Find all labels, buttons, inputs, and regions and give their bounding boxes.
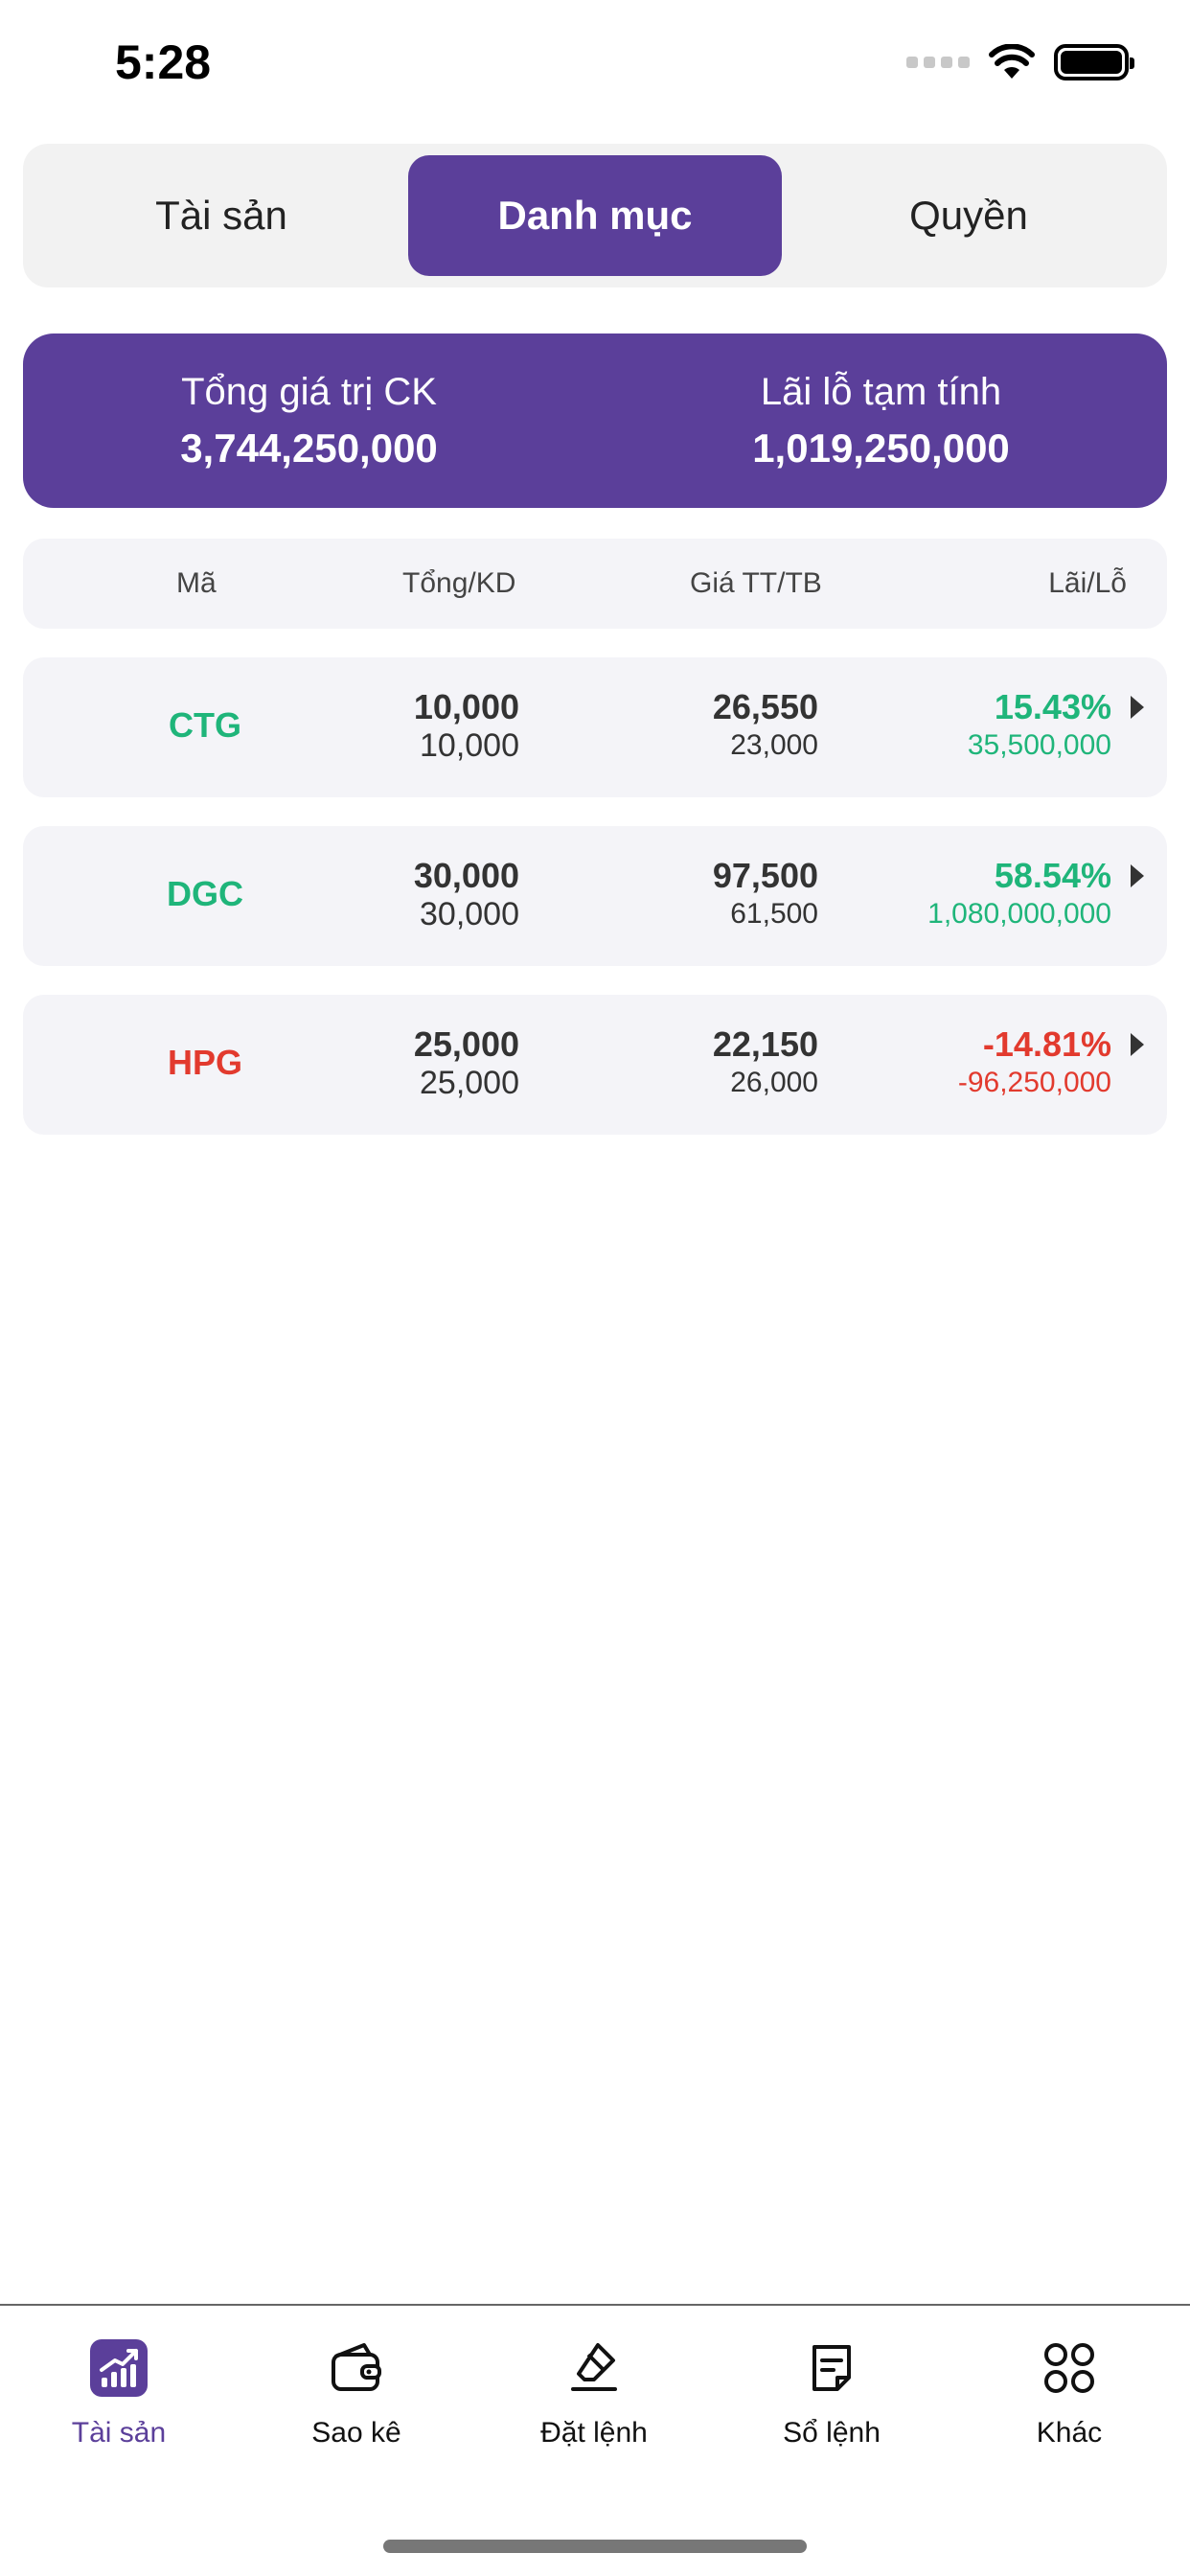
table-row[interactable]: DGC 30,000 30,000 97,500 61,500 58.54% 1… [23, 826, 1167, 966]
row-pl-percent: 58.54% [994, 856, 1111, 895]
row-pl: -14.81% -96,250,000 [958, 1025, 1111, 1102]
bottom-nav: Tài sản Sao kê Đặt lệnh Sổ lệnh Khác [0, 2304, 1190, 2576]
tab-tai-san[interactable]: Tài sản [34, 155, 408, 276]
row-pl-amount: 1,080,000,000 [927, 898, 1111, 930]
status-icons [906, 44, 1134, 80]
caret-right-icon[interactable] [1131, 1033, 1144, 1056]
row-market-price: 26,550 [712, 687, 818, 726]
eraser-icon [564, 2338, 624, 2398]
row-code: CTG [169, 705, 241, 745]
nav-item-khac[interactable]: Khác [950, 2338, 1188, 2450]
summary-total-value: 3,744,250,000 [180, 425, 438, 471]
nav-label: Sổ lệnh [783, 2417, 881, 2449]
status-time: 5:28 [115, 35, 212, 89]
row-price: 22,150 26,000 [713, 1025, 818, 1102]
header-total: Tổng/KD [402, 567, 516, 599]
row-total-value: 25,000 [413, 1024, 519, 1064]
header-code: Mã [176, 567, 217, 599]
row-market-price: 97,500 [712, 856, 818, 895]
tab-danh-muc[interactable]: Danh mục [408, 155, 782, 276]
row-available-value: 25,000 [420, 1065, 519, 1101]
nav-label: Tài sản [71, 2417, 167, 2449]
home-indicator [383, 2540, 807, 2553]
segmented-tabs: Tài sản Danh mục Quyền [23, 144, 1167, 288]
row-available-value: 30,000 [420, 896, 519, 932]
table-header: Mã Tổng/KD Giá TT/TB Lãi/Lỗ [23, 539, 1167, 629]
header-price: Giá TT/TB [690, 567, 822, 599]
tab-quyen[interactable]: Quyền [782, 155, 1156, 276]
grid-icon [1040, 2338, 1099, 2398]
row-price: 26,550 23,000 [713, 688, 818, 765]
row-total: 30,000 30,000 [414, 857, 519, 933]
row-total: 10,000 10,000 [414, 688, 519, 765]
row-pl: 58.54% 1,080,000,000 [927, 857, 1111, 933]
row-avg-price: 23,000 [730, 729, 818, 761]
row-code: DGC [167, 874, 243, 913]
chart-icon [89, 2338, 149, 2398]
battery-icon [1054, 44, 1134, 80]
row-available-value: 10,000 [420, 727, 519, 764]
summary-pl: Lãi lỗ tạm tính 1,019,250,000 [595, 334, 1167, 508]
row-price: 97,500 61,500 [713, 857, 818, 933]
nav-item-tai-san[interactable]: Tài sản [0, 2338, 238, 2450]
signal-icon [906, 57, 970, 68]
table-row[interactable]: HPG 25,000 25,000 22,150 26,000 -14.81% … [23, 995, 1167, 1135]
nav-label: Khác [1036, 2417, 1103, 2449]
nav-item-sao-ke[interactable]: Sao kê [238, 2338, 475, 2450]
summary-total: Tổng giá trị CK 3,744,250,000 [23, 334, 595, 508]
summary-total-label: Tổng giá trị CK [181, 370, 437, 413]
summary-pl-value: 1,019,250,000 [752, 425, 1010, 471]
row-pl-amount: -96,250,000 [957, 1067, 1111, 1098]
row-total-value: 10,000 [413, 687, 519, 726]
row-total-value: 30,000 [413, 856, 519, 895]
summary-card: Tổng giá trị CK 3,744,250,000 Lãi lỗ tạm… [23, 334, 1167, 508]
row-avg-price: 61,500 [730, 898, 818, 930]
nav-item-so-lenh[interactable]: Sổ lệnh [713, 2338, 950, 2450]
caret-right-icon[interactable] [1131, 864, 1144, 887]
row-pl-amount: 35,500,000 [967, 729, 1111, 761]
status-bar: 5:28 [0, 0, 1190, 134]
row-pl: 15.43% 35,500,000 [968, 688, 1111, 765]
wallet-icon [327, 2338, 386, 2398]
table-row[interactable]: CTG 10,000 10,000 26,550 23,000 15.43% 3… [23, 657, 1167, 797]
row-pl-percent: -14.81% [982, 1024, 1111, 1064]
document-icon [802, 2338, 861, 2398]
nav-label: Sao kê [311, 2417, 401, 2449]
header-pl: Lãi/Lỗ [1048, 567, 1127, 599]
caret-right-icon[interactable] [1131, 696, 1144, 719]
row-market-price: 22,150 [712, 1024, 818, 1064]
nav-label: Đặt lệnh [540, 2417, 648, 2449]
row-pl-percent: 15.43% [994, 687, 1111, 726]
summary-pl-label: Lãi lỗ tạm tính [760, 370, 1002, 413]
nav-item-dat-lenh[interactable]: Đặt lệnh [475, 2338, 713, 2450]
row-code: HPG [167, 1043, 242, 1082]
row-avg-price: 26,000 [730, 1067, 818, 1098]
wifi-icon [989, 44, 1035, 79]
row-total: 25,000 25,000 [414, 1025, 519, 1102]
